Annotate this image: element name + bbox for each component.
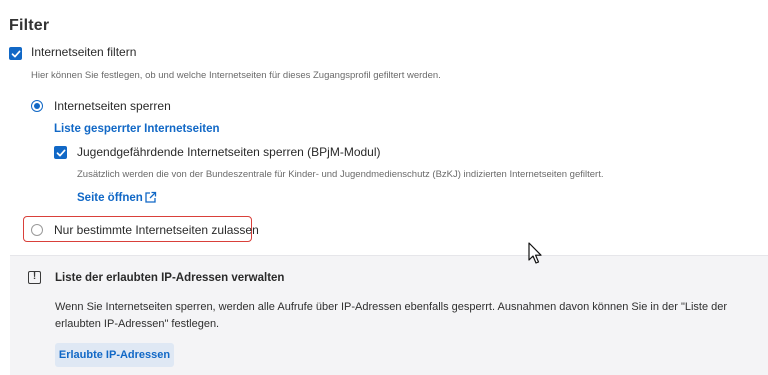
bpjm-description: Zusätzlich werden die von der Bundeszent… xyxy=(77,169,604,180)
checkmark-icon xyxy=(11,50,20,57)
info-panel-text: Wenn Sie Internetseiten sperren, werden … xyxy=(55,301,728,330)
info-panel-title: Liste der erlaubten IP-Adressen verwalte… xyxy=(55,272,285,284)
external-link-icon[interactable] xyxy=(144,191,157,204)
allow-specific-websites-label: Nur bestimmte Internetseiten zulassen xyxy=(54,223,259,237)
filter-settings-page: Filter Internetseiten filtern Hier könne… xyxy=(0,0,768,375)
filter-description: Hier können Sie festlegen, ob und welche… xyxy=(31,70,441,81)
bpjm-module-label: Jugendgefährdende Internetseiten sperren… xyxy=(77,145,381,159)
exclamation-icon: ! xyxy=(28,271,41,284)
filter-websites-checkbox[interactable] xyxy=(9,47,22,60)
filter-websites-label: Internetseiten filtern xyxy=(31,45,137,59)
mouse-cursor-icon xyxy=(528,242,542,264)
block-websites-radio[interactable] xyxy=(31,100,43,112)
allowed-ip-addresses-button[interactable]: Erlaubte IP-Adressen xyxy=(55,343,174,367)
bpjm-module-checkbox[interactable] xyxy=(54,146,67,159)
open-page-link[interactable]: Seite öffnen xyxy=(77,192,143,204)
radio-selected-dot xyxy=(34,103,40,109)
checkmark-icon xyxy=(56,149,65,156)
block-websites-label: Internetseiten sperren xyxy=(54,99,171,113)
allow-specific-websites-radio[interactable] xyxy=(31,224,43,236)
blocked-sites-list-link[interactable]: Liste gesperrter Internetseiten xyxy=(54,123,220,135)
section-title: Filter xyxy=(9,17,50,34)
